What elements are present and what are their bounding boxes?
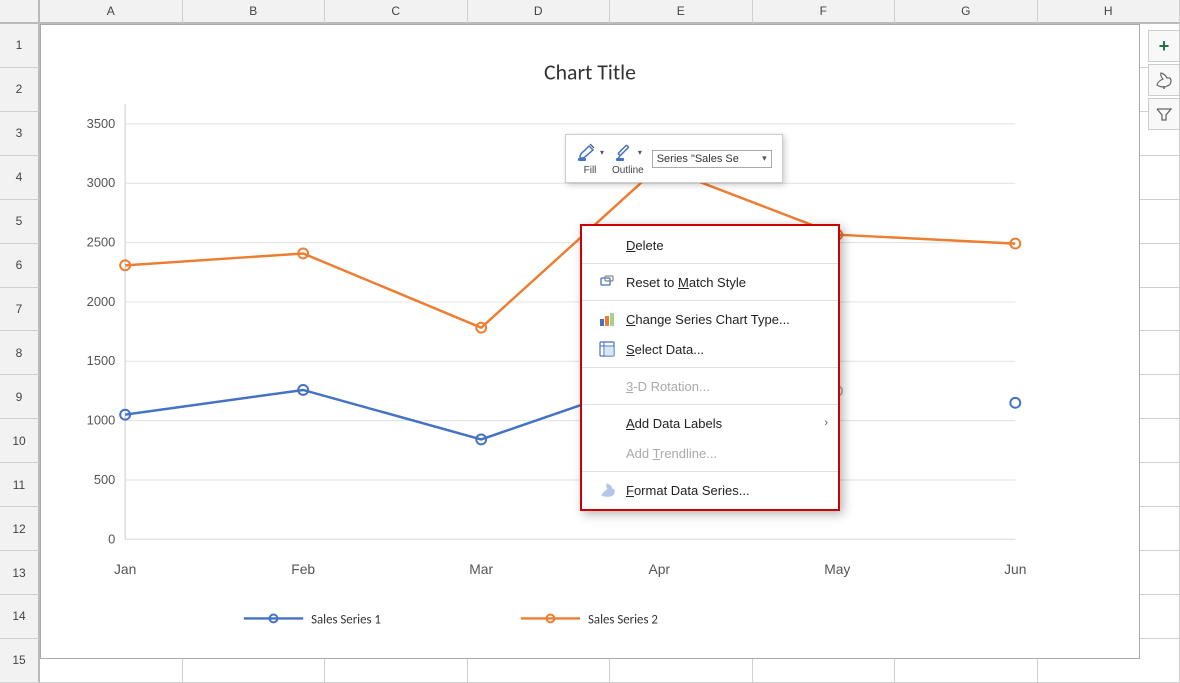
chart-title: Chart Title — [544, 58, 636, 85]
svg-text:2500: 2500 — [87, 235, 116, 250]
svg-text:Jun: Jun — [1004, 561, 1026, 577]
menu-delete-label: Delete — [626, 238, 664, 253]
menu-item-3d-rotation: 3-D Rotation... — [582, 371, 838, 401]
col-header-c: C — [325, 0, 468, 24]
menu-item-delete[interactable]: Delete — [582, 230, 838, 260]
col-header-f: F — [753, 0, 896, 24]
series-selector-text: Series "Sales Se — [657, 153, 739, 165]
separator-5 — [582, 471, 838, 472]
row-header-4: 4 — [0, 156, 40, 200]
outline-group[interactable]: ▾ Outline — [612, 141, 644, 176]
fill-group[interactable]: ▾ Fill — [576, 141, 604, 176]
add-data-labels-icon — [598, 414, 616, 432]
menu-item-add-trendline: Add Trendline... — [582, 438, 838, 468]
svg-text:Mar: Mar — [469, 561, 493, 577]
spreadsheet: A B C D E F G H 1 2 3 4 5 6 7 8 9 10 11 … — [0, 0, 1180, 683]
menu-change-chart-type-label: Change Series Chart Type... — [626, 312, 790, 327]
select-data-icon — [598, 340, 616, 358]
series-selector-dropdown[interactable]: Series "Sales Se ▾ — [652, 150, 772, 168]
outline-label: Outline — [612, 165, 644, 176]
row-header-12: 12 — [0, 507, 40, 551]
svg-text:May: May — [824, 561, 850, 577]
menu-3d-rotation-label: 3-D Rotation... — [626, 379, 710, 394]
corner-cell — [0, 0, 40, 24]
format-icon — [598, 481, 616, 499]
svg-text:0: 0 — [108, 531, 115, 546]
svg-text:Sales Series 2: Sales Series 2 — [588, 612, 658, 627]
row-header-1: 1 — [0, 24, 40, 68]
outline-icon — [614, 141, 636, 163]
row-header-9: 9 — [0, 375, 40, 419]
menu-add-trendline-label: Add Trendline... — [626, 446, 717, 461]
row-header-6: 6 — [0, 244, 40, 288]
svg-text:Feb: Feb — [291, 561, 315, 577]
menu-item-add-data-labels[interactable]: Add Data Labels › — [582, 408, 838, 438]
col-header-h: H — [1038, 0, 1180, 24]
fill-outline-bar: ▾ Fill ▾ Outline Series "Sales Se ▾ — [565, 134, 783, 183]
chart-type-icon — [598, 310, 616, 328]
col-header-e: E — [610, 0, 753, 24]
col-header-g: G — [895, 0, 1038, 24]
menu-add-data-labels-label: Add Data Labels — [626, 416, 722, 431]
row-header-15: 15 — [0, 639, 40, 683]
fill-icon — [576, 141, 598, 163]
outline-dropdown-arrow[interactable]: ▾ — [638, 148, 642, 157]
chart-filter-button[interactable] — [1148, 98, 1180, 130]
submenu-arrow-icon: › — [824, 417, 828, 429]
svg-text:2000: 2000 — [87, 294, 116, 309]
fill-dropdown-arrow[interactable]: ▾ — [600, 148, 604, 157]
menu-select-data-label: Select Data... — [626, 342, 704, 357]
svg-text:3000: 3000 — [87, 175, 116, 190]
filter-icon — [1156, 106, 1172, 122]
menu-item-select-data[interactable]: Select Data... — [582, 334, 838, 364]
menu-format-data-series-label: Format Data Series... — [626, 483, 750, 498]
col-header-d: D — [468, 0, 611, 24]
separator-4 — [582, 404, 838, 405]
row-header-8: 8 — [0, 331, 40, 375]
svg-text:Apr: Apr — [648, 561, 670, 577]
row-header-14: 14 — [0, 595, 40, 639]
3d-rotation-icon — [598, 377, 616, 395]
menu-item-reset-match-style[interactable]: Reset to Match Style — [582, 267, 838, 297]
add-chart-element-button[interactable]: + — [1148, 30, 1180, 62]
delete-icon — [598, 236, 616, 254]
svg-text:3500: 3500 — [87, 116, 116, 131]
col-header-b: B — [183, 0, 326, 24]
row-header-7: 7 — [0, 288, 40, 332]
separator-3 — [582, 367, 838, 368]
svg-text:500: 500 — [94, 472, 115, 487]
menu-item-format-data-series[interactable]: Format Data Series... — [582, 475, 838, 505]
svg-text:1500: 1500 — [87, 353, 116, 368]
col-header-a: A — [40, 0, 183, 24]
chart-style-button[interactable] — [1148, 64, 1180, 96]
add-trendline-icon — [598, 444, 616, 462]
row-header-2: 2 — [0, 68, 40, 112]
svg-text:Sales Series 1: Sales Series 1 — [311, 612, 381, 627]
reset-icon — [598, 273, 616, 291]
svg-text:Jan: Jan — [114, 561, 136, 577]
row-header-11: 11 — [0, 463, 40, 507]
fill-label: Fill — [584, 165, 597, 176]
row-header-13: 13 — [0, 551, 40, 595]
menu-reset-label: Reset to Match Style — [626, 275, 746, 290]
menu-item-change-chart-type[interactable]: Change Series Chart Type... — [582, 304, 838, 334]
svg-text:1000: 1000 — [87, 413, 116, 428]
row-header-10: 10 — [0, 419, 40, 463]
separator-2 — [582, 300, 838, 301]
brush-icon — [1155, 71, 1173, 89]
context-menu: Delete Reset to Match Style — [580, 224, 840, 511]
series-selector-arrow: ▾ — [762, 153, 767, 164]
row-header-5: 5 — [0, 200, 40, 244]
separator-1 — [582, 263, 838, 264]
row-header-3: 3 — [0, 112, 40, 156]
chart-toolbar: + — [1148, 30, 1180, 130]
